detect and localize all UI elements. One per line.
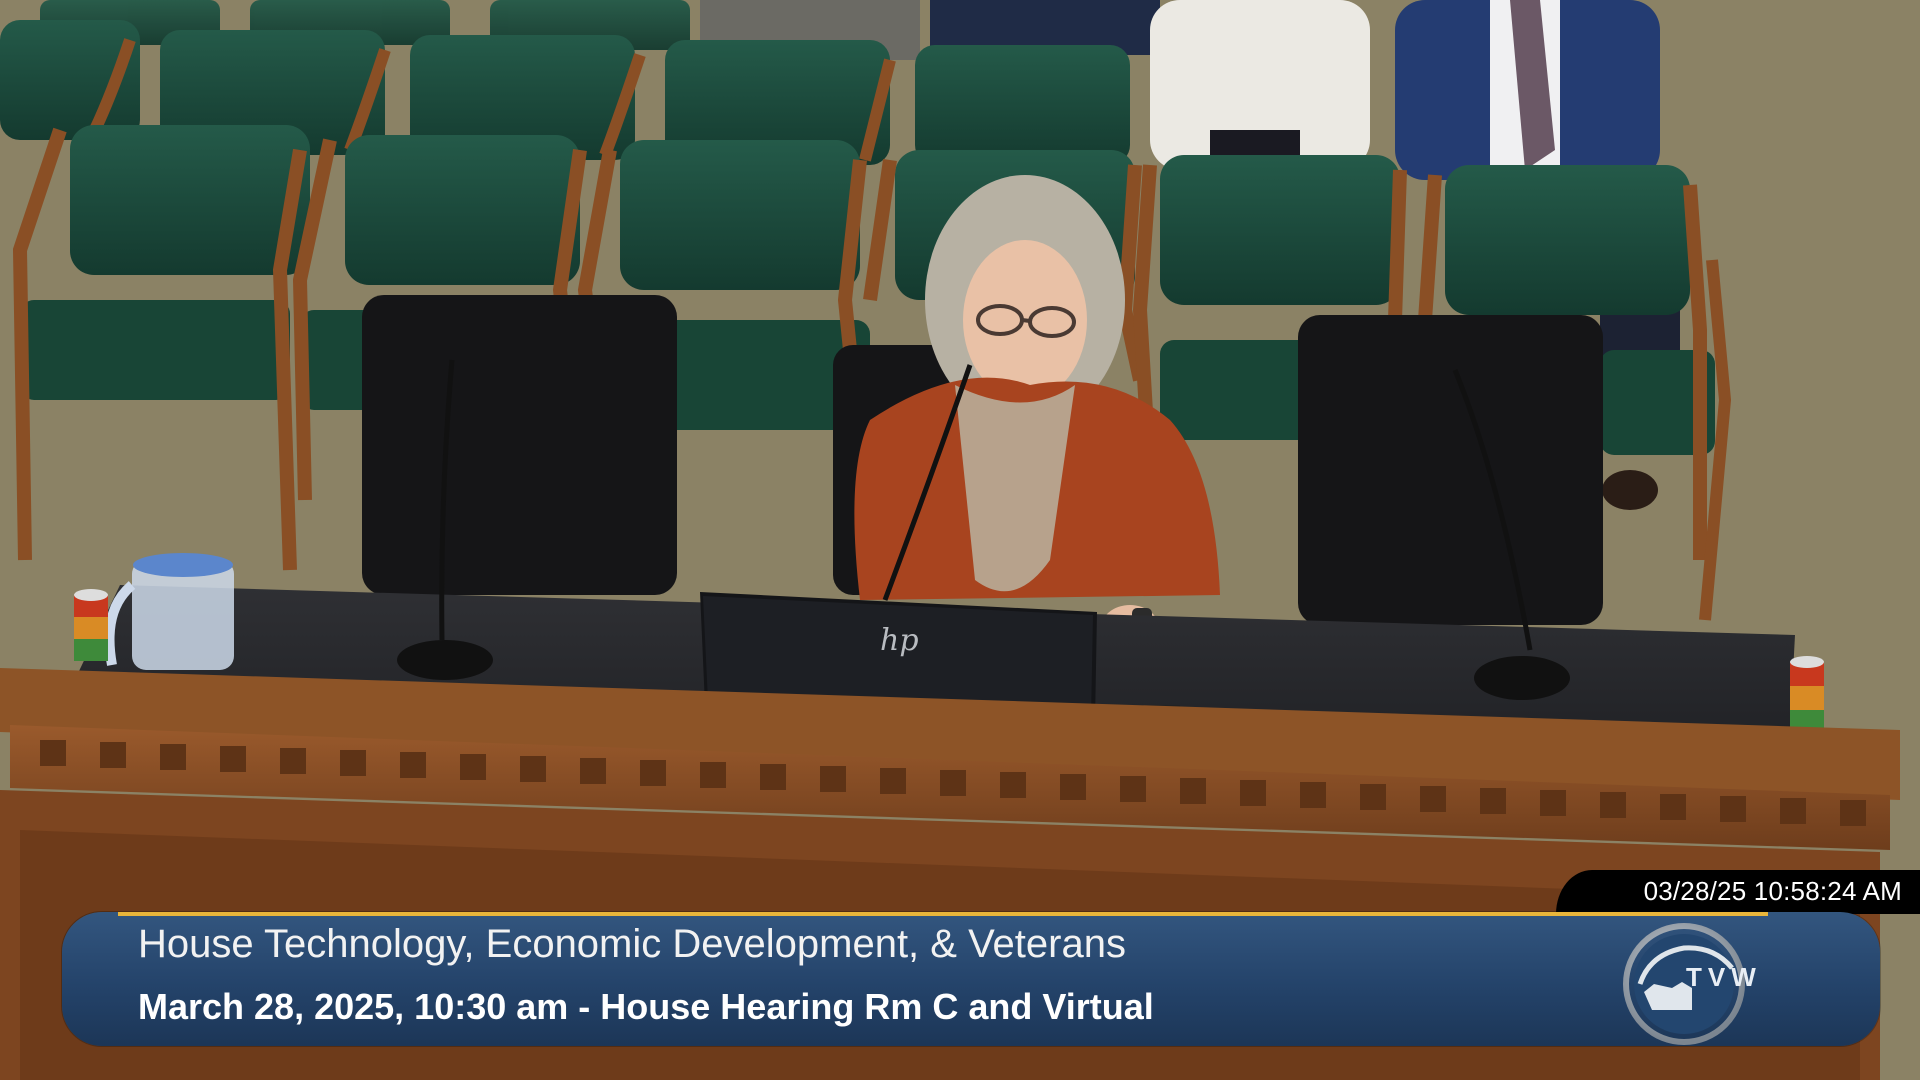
banner-title: House Technology, Economic Development, … [138,922,1126,966]
timestamp-tab: 03/28/25 10:58:24 AM [1556,870,1920,914]
banner-subtitle: March 28, 2025, 10:30 am - House Hearing… [138,986,1154,1027]
banner-accent-line [118,912,1768,916]
office-chair-left [362,295,677,595]
timestamp-text: 03/28/25 10:58:24 AM [1643,876,1902,906]
laptop-logo: hp [880,623,919,658]
office-chair-right [1298,315,1603,625]
tvw-logo-text: TVW [1686,962,1762,992]
